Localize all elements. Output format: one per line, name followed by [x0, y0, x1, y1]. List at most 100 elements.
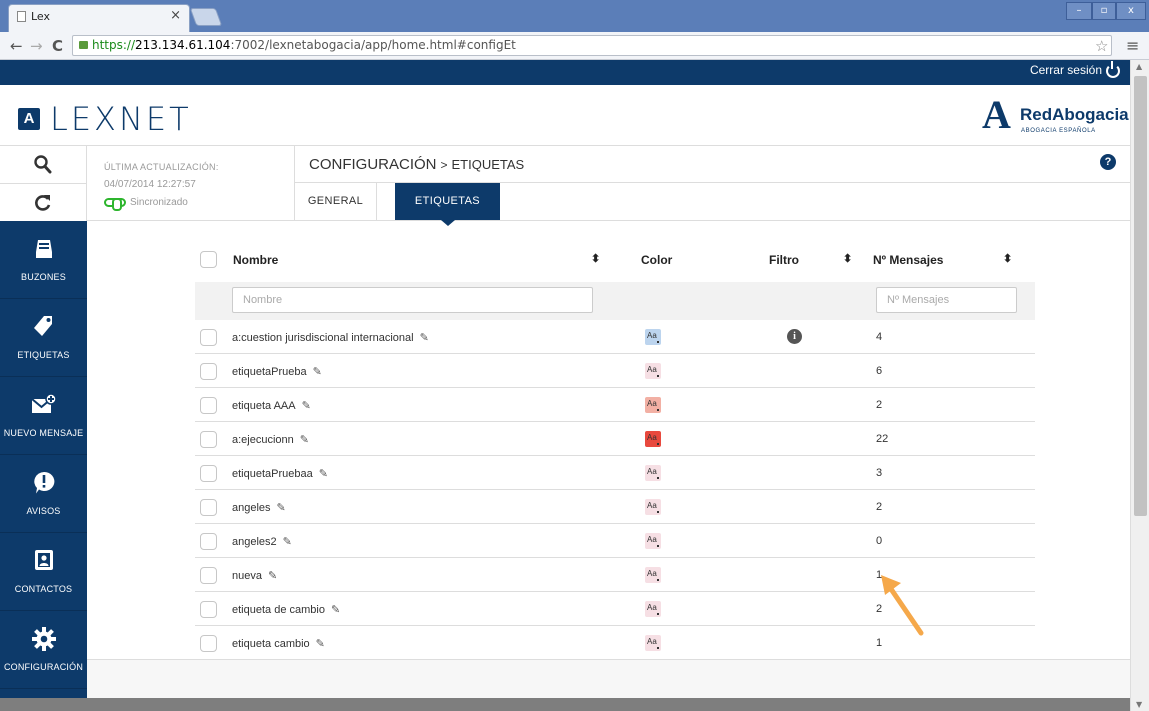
- logout-button[interactable]: Cerrar sesión: [1030, 60, 1120, 78]
- tab-etiquetas[interactable]: ETIQUETAS: [395, 183, 500, 226]
- horizontal-scrollbar[interactable]: [0, 698, 1130, 711]
- table-row[interactable]: a:cuestion jurisdiscional internacional ✎…: [195, 320, 1035, 354]
- config-tabs: GENERAL ETIQUETAS: [295, 183, 1130, 226]
- browser-tab[interactable]: Lex ×: [8, 4, 190, 32]
- column-header-nombre[interactable]: Nombre: [233, 253, 278, 267]
- sidebar-item-etiquetas[interactable]: ETIQUETAS: [0, 299, 87, 377]
- color-swatch[interactable]: Aa: [645, 567, 661, 583]
- color-swatch[interactable]: Aa: [645, 397, 661, 413]
- table-row[interactable]: etiquetaPrueba ✎ Aa 6: [195, 354, 1035, 388]
- new-tab-button[interactable]: [189, 8, 223, 26]
- sidebar-item-contactos[interactable]: CONTACTOS: [0, 533, 87, 611]
- back-icon[interactable]: ←: [10, 37, 23, 55]
- refresh-icon: [35, 195, 51, 211]
- reload-icon[interactable]: C: [52, 37, 63, 55]
- redabogacia-logo-text: RedAbogacia: [1020, 105, 1129, 124]
- sidebar-item-avisos[interactable]: AVISOS: [0, 455, 87, 533]
- message-count: 2: [876, 501, 883, 513]
- sidebar-item-label: NUEVO MENSAJE: [3, 428, 84, 438]
- message-count: 6: [876, 365, 883, 377]
- message-count: 2: [876, 399, 883, 411]
- power-icon: [1106, 60, 1120, 78]
- bookmark-star-icon[interactable]: ☆: [1095, 37, 1108, 55]
- color-swatch[interactable]: Aa: [645, 499, 661, 515]
- table-row[interactable]: etiquetaPruebaa ✎ Aa 3: [195, 456, 1035, 490]
- table-row[interactable]: a:ejecucionn ✎ Aa 22: [195, 422, 1035, 456]
- row-checkbox[interactable]: [200, 431, 217, 448]
- search-button[interactable]: [0, 146, 87, 184]
- color-swatch[interactable]: Aa: [645, 533, 661, 549]
- scroll-up-icon[interactable]: ▲: [1136, 62, 1142, 71]
- table-row[interactable]: etiqueta AAA ✎ Aa 2: [195, 388, 1035, 422]
- row-checkbox[interactable]: [200, 601, 217, 618]
- window-close-button[interactable]: x: [1116, 2, 1146, 20]
- sidebar-item-label: ETIQUETAS: [17, 350, 70, 360]
- browser-toolbar: ← → C https://213.134.61.104:7002/lexnet…: [0, 32, 1149, 60]
- sort-icon[interactable]: ⬍: [591, 252, 600, 265]
- row-checkbox[interactable]: [200, 635, 217, 652]
- app-top-bar: Cerrar sesión: [0, 60, 1130, 85]
- help-icon[interactable]: ?: [1100, 154, 1116, 170]
- alert-icon: [0, 471, 87, 499]
- address-bar[interactable]: https://213.134.61.104:7002/lexnetabogac…: [72, 35, 1112, 56]
- edit-pencil-icon[interactable]: ✎: [331, 603, 340, 616]
- edit-pencil-icon[interactable]: ✎: [420, 331, 429, 344]
- nombre-filter-input[interactable]: [232, 287, 593, 313]
- edit-pencil-icon[interactable]: ✎: [277, 501, 286, 514]
- row-checkbox[interactable]: [200, 533, 217, 550]
- edit-pencil-icon[interactable]: ✎: [283, 535, 292, 548]
- row-checkbox[interactable]: [200, 567, 217, 584]
- breadcrumb-section[interactable]: CONFIGURACIÓN: [309, 156, 437, 173]
- redabogacia-subtitle: ABOGACIA ESPAÑOLA: [1021, 128, 1096, 134]
- page-title: CONFIGURACIÓN > ETIQUETAS: [309, 156, 524, 173]
- forward-icon[interactable]: →: [30, 37, 43, 55]
- label-name-text: nueva: [232, 570, 262, 582]
- color-swatch[interactable]: Aa: [645, 601, 661, 617]
- app-header: A LEXNET A RedAbogacia ABOGACIA ESPAÑOLA: [0, 85, 1130, 145]
- link-icon: [104, 197, 126, 211]
- tab-general[interactable]: GENERAL: [295, 183, 377, 220]
- row-checkbox[interactable]: [200, 397, 217, 414]
- row-checkbox[interactable]: [200, 329, 217, 346]
- mensajes-filter-input[interactable]: [876, 287, 1017, 313]
- sort-icon[interactable]: ⬍: [1003, 252, 1012, 265]
- filter-row: [195, 282, 1035, 320]
- window-maximize-button[interactable]: ▫: [1092, 2, 1116, 20]
- edit-pencil-icon[interactable]: ✎: [268, 569, 277, 582]
- sidebar-item-buzones[interactable]: BUZONES: [0, 221, 87, 299]
- update-status: ÚLTIMA ACTUALIZACIÓN: 04/07/2014 12:27:5…: [87, 145, 295, 221]
- column-header-mensajes[interactable]: Nº Mensajes: [873, 253, 943, 267]
- edit-pencil-icon[interactable]: ✎: [313, 365, 322, 378]
- sidebar-item-label: CONTACTOS: [14, 584, 73, 594]
- label-name: a:cuestion jurisdiscional internacional ✎: [232, 331, 429, 344]
- color-swatch[interactable]: Aa: [645, 363, 661, 379]
- color-swatch[interactable]: Aa: [645, 431, 661, 447]
- label-name: etiqueta de cambio ✎: [232, 603, 340, 616]
- column-header-filtro[interactable]: Filtro: [769, 253, 799, 267]
- table-row[interactable]: angeles2 ✎ Aa 0: [195, 524, 1035, 558]
- label-name: etiquetaPrueba ✎: [232, 365, 322, 378]
- edit-pencil-icon[interactable]: ✎: [319, 467, 328, 480]
- edit-pencil-icon[interactable]: ✎: [302, 399, 311, 412]
- refresh-button[interactable]: [0, 184, 87, 222]
- row-checkbox[interactable]: [200, 465, 217, 482]
- browser-menu-icon[interactable]: ≡: [1126, 36, 1139, 55]
- color-swatch[interactable]: Aa: [645, 329, 661, 345]
- row-checkbox[interactable]: [200, 499, 217, 516]
- sort-icon[interactable]: ⬍: [843, 252, 852, 265]
- sidebar-item-nuevo-mensaje[interactable]: NUEVO MENSAJE: [0, 377, 87, 455]
- sidebar-item-configuracion[interactable]: CONFIGURACIÓN: [0, 611, 87, 689]
- row-checkbox[interactable]: [200, 363, 217, 380]
- filter-info-icon[interactable]: i: [787, 329, 802, 344]
- color-swatch[interactable]: Aa: [645, 635, 661, 651]
- scroll-down-icon[interactable]: ▼: [1136, 700, 1142, 709]
- table-row[interactable]: angeles ✎ Aa 2: [195, 490, 1035, 524]
- scrollbar-thumb[interactable]: [1134, 76, 1147, 516]
- edit-pencil-icon[interactable]: ✎: [316, 637, 325, 650]
- tab-close-icon[interactable]: ×: [170, 8, 181, 23]
- select-all-checkbox[interactable]: [200, 251, 217, 268]
- edit-pencil-icon[interactable]: ✎: [300, 433, 309, 446]
- vertical-scrollbar[interactable]: ▲ ▼: [1130, 60, 1149, 711]
- color-swatch[interactable]: Aa: [645, 465, 661, 481]
- window-minimize-button[interactable]: –: [1066, 2, 1092, 20]
